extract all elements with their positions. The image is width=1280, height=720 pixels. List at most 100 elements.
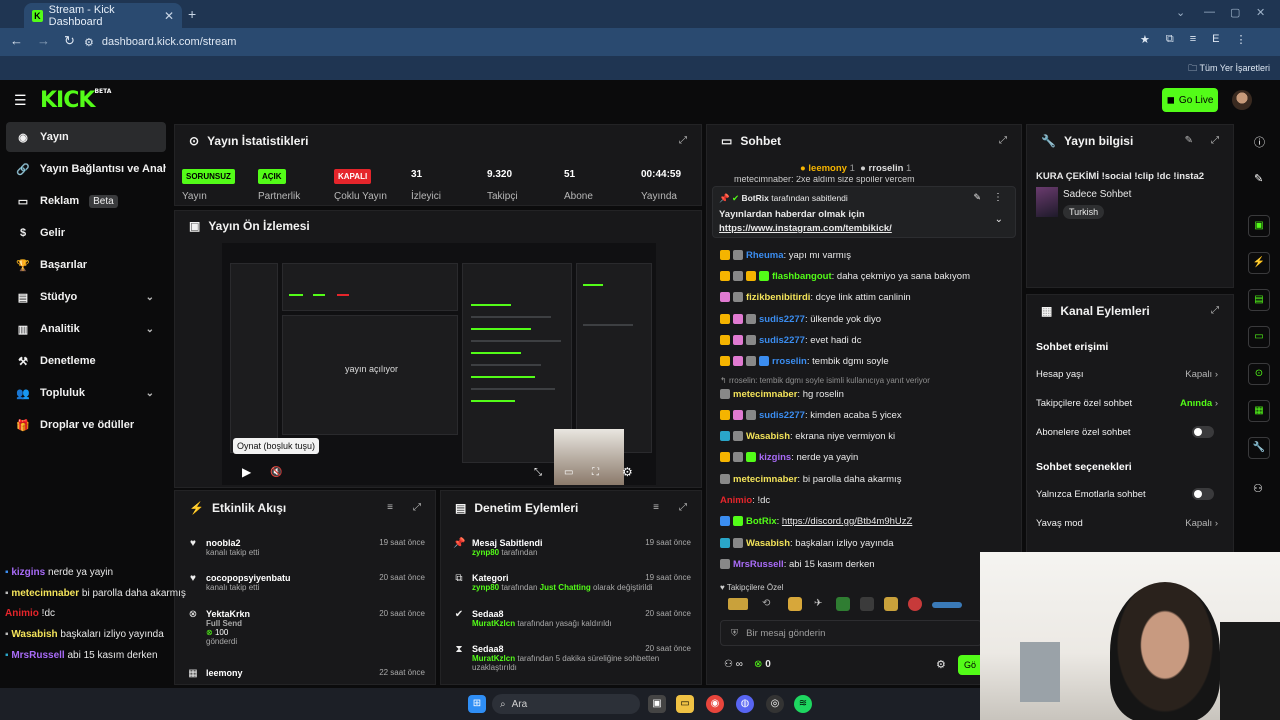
chat-user[interactable]: sudis2277 [759,314,805,325]
expand-icon[interactable]: ⤢ [679,135,687,146]
emote-icon[interactable] [884,597,898,611]
rail-list-icon[interactable]: ▤ [1248,289,1270,311]
mod-user[interactable]: MuratKzlcn [472,619,515,628]
new-tab-icon[interactable]: + [188,6,196,22]
file-explorer-icon[interactable]: ▭ [676,695,694,713]
chat-settings-gear-icon[interactable]: ⚙ [936,658,946,671]
chat-user[interactable]: kizgins [759,452,791,463]
sidebar-item-basarilar[interactable]: 🏆 Başarılar [6,250,166,280]
browser-tab[interactable]: K Stream - Kick Dashboard ✕ [24,3,182,28]
rail-lightning-icon[interactable]: ⚡ [1248,252,1270,274]
discord-icon[interactable]: ◍ [736,695,754,713]
gifter-name[interactable]: leemony [808,163,847,174]
account-age-row[interactable]: Hesap yaşı Kapalı › [1036,369,1228,380]
all-bookmarks[interactable]: 🗀 Tüm Yer İşaretleri [1188,61,1270,77]
emote-icon[interactable] [728,598,748,610]
chat-user[interactable]: metecimnaber [733,389,797,400]
go-live-button[interactable]: ◼ Go Live [1162,88,1218,112]
expand-icon[interactable]: ⤢ [413,502,421,513]
sidebar-item-studyo[interactable]: ▤ Stüdyo ⌄ [6,282,166,312]
chat-user[interactable]: fizikbenibitirdi [746,292,810,303]
chat-link[interactable]: https://discord.gg/Btb4m9hUzZ [782,516,912,527]
followers-only-row[interactable]: Takipçilere özel sohbet Anında › [1036,398,1228,409]
emote-icon[interactable] [836,597,850,611]
feed-user[interactable]: YektaKrkn [206,609,250,619]
chat-user[interactable]: sudis2277 [759,335,805,346]
chat-user[interactable]: sudis2277 [759,410,805,421]
chat-user[interactable]: metecimnaber [733,474,797,485]
minimize-icon[interactable]: — [1204,6,1215,18]
obs-icon[interactable]: ◎ [766,695,784,713]
profile-icon[interactable]: E [1212,33,1219,46]
chat-user[interactable]: Rheuma [746,250,783,261]
stream-category[interactable]: Sadece Sohbet [1063,189,1131,200]
rail-wrench-icon[interactable]: 🔧 [1248,437,1270,459]
bookmark-star-icon[interactable]: ★ [1140,33,1150,46]
emote-only-toggle[interactable] [1192,488,1214,500]
maximize-icon[interactable]: ▢ [1230,6,1240,19]
task-view-icon[interactable]: ▣ [648,695,666,713]
mod-user[interactable]: zynp80 [472,548,499,557]
chat-user[interactable]: Wasabish [746,431,790,442]
chat-user[interactable]: Wasabish [746,538,790,549]
minimize-player-icon[interactable]: ⤡ [534,467,542,478]
sidebar-item-droplar[interactable]: 🎁 Droplar ve ödüller [6,410,166,440]
mute-icon[interactable]: 🔇 [270,467,282,478]
chat-user[interactable]: MrsRussell [733,559,784,570]
sidebar-item-reklam[interactable]: ▭ Reklam Beta [6,186,166,216]
extensions-icon[interactable]: ⧉ [1166,33,1174,46]
sidebar-item-gelir[interactable]: $ Gelir [6,218,166,248]
pinned-by[interactable]: BotRix [741,193,768,203]
slow-mode-row[interactable]: Yavaş mod Kapalı › [1036,518,1228,529]
sidebar-item-stream-key[interactable]: 🔗 Yayın Bağlantısı ve Anahtar [6,154,166,184]
gifter-name[interactable]: rroselin [869,163,904,174]
sidebar-item-topluluk[interactable]: 👥 Topluluk ⌄ [6,378,166,408]
taskbar-search[interactable]: ⌕ Ara [492,694,640,714]
filter-icon[interactable]: ≡ [387,502,393,513]
chat-user[interactable]: rroselin [772,356,807,367]
forward-icon[interactable]: → [37,33,50,49]
chat-user[interactable]: flashbangout [772,271,832,282]
emote-icon[interactable] [860,597,874,611]
sidebar-item-denetleme[interactable]: ⚒ Denetleme [6,346,166,376]
kick-logo[interactable]: KICKBETA [40,88,111,113]
rail-calendar-icon[interactable]: ▦ [1248,400,1270,422]
rail-chat-icon[interactable]: ▭ [1248,326,1270,348]
rail-video-icon[interactable]: ▣ [1248,215,1270,237]
expand-icon[interactable]: ⤢ [999,135,1007,146]
menu-dots-icon[interactable]: ⋮ [1236,33,1247,46]
emote-icon[interactable] [788,597,802,611]
emote-icon[interactable] [932,602,962,608]
avatar[interactable] [1232,90,1252,110]
mod-user[interactable]: MuratKzlcn [472,654,515,663]
info-icon[interactable]: ⓘ [1254,134,1265,150]
chevron-down-icon[interactable]: ⌄ [1176,6,1185,19]
sidebar-item-yayin[interactable]: ◉ Yayın [6,122,166,152]
chat-user[interactable]: BotRix [746,516,777,527]
emote-icon[interactable] [908,597,922,611]
fullscreen-icon[interactable]: ⛶ [592,467,599,478]
reading-list-icon[interactable]: ≡ [1190,33,1196,46]
stream-tag[interactable]: Turkish [1063,205,1105,219]
expand-icon[interactable]: ⤢ [679,502,687,513]
settings-gear-icon[interactable]: ⚙ [622,465,633,479]
category-thumbnail[interactable] [1036,187,1058,217]
sidebar-item-analitik[interactable]: ▥ Analitik ⌄ [6,314,166,344]
feed-user[interactable]: noobla2 [206,538,259,548]
filter-icon[interactable]: ≡ [653,502,659,513]
reload-icon[interactable]: ↻ [64,33,75,49]
chat-user[interactable]: Animio [720,495,752,506]
users-icon[interactable]: ⚇ [1253,482,1263,495]
close-tab-icon[interactable]: ✕ [164,9,174,23]
emote-icon[interactable]: ⟲ [762,598,770,609]
mod-user[interactable]: zynp80 [472,583,499,592]
send-button[interactable]: Gö [958,655,980,675]
expand-icon[interactable]: ⤢ [1211,305,1219,316]
edit-icon[interactable]: ✎ [1185,135,1193,146]
chrome-icon[interactable]: ◉ [706,695,724,713]
play-icon[interactable]: ▶ [242,465,251,479]
back-icon[interactable]: ← [10,33,23,49]
url-field[interactable]: ⚙ dashboard.kick.com/stream [84,32,1164,52]
users-icon[interactable]: ⚇ [724,659,733,670]
expand-icon[interactable]: ⤢ [1211,135,1219,146]
